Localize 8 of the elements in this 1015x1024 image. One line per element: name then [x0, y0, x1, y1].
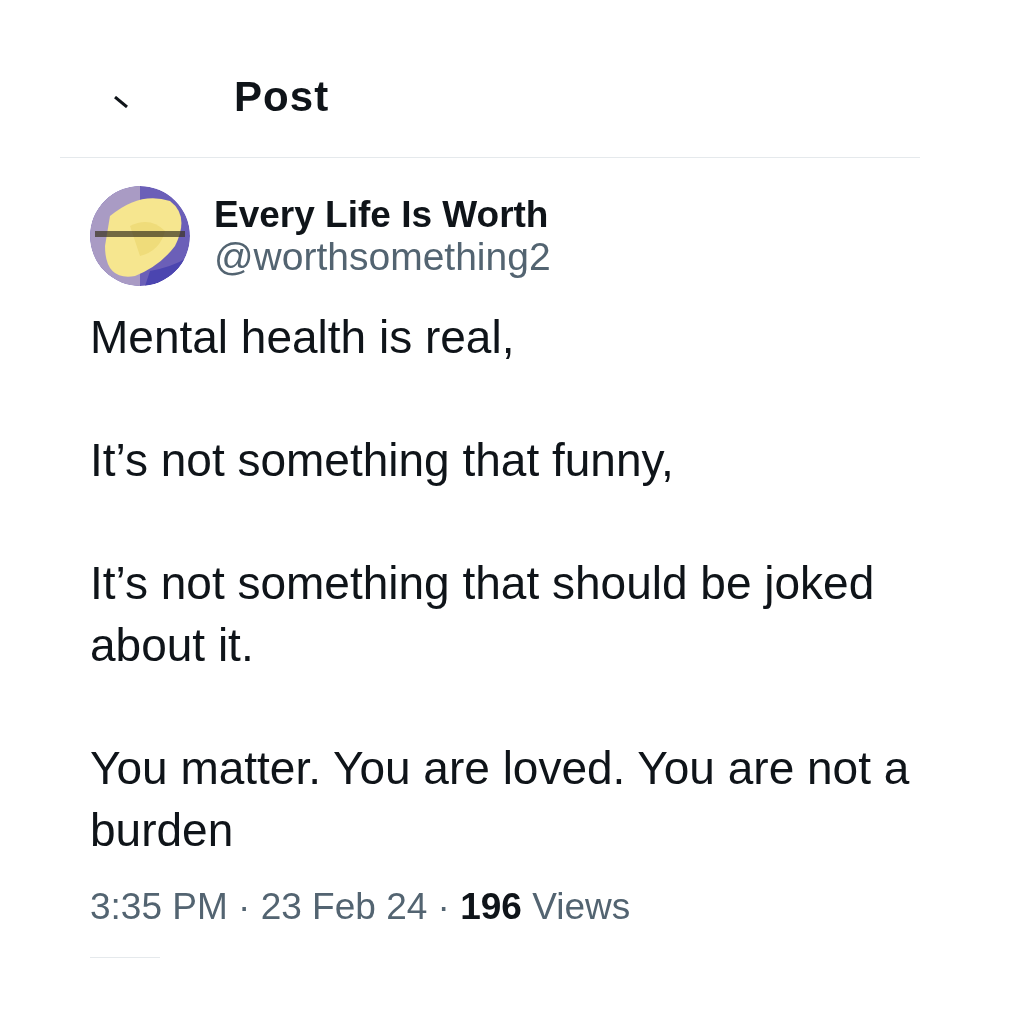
- post-meta: 3:35 PM · 23 Feb 24 · 196 Views: [90, 885, 632, 929]
- page-title: Post: [234, 76, 330, 118]
- post-text: It’s not something that should be joked about it.: [90, 556, 876, 673]
- post-text: Mental health is real,: [90, 310, 516, 365]
- author-name[interactable]: Every Life Is Worth: [214, 194, 551, 236]
- post-text: You matter. You are loved. You are not a burden: [90, 741, 911, 858]
- author-handle[interactable]: @worthsomething2: [214, 236, 551, 278]
- post-text: It’s not something that funny,: [90, 433, 675, 488]
